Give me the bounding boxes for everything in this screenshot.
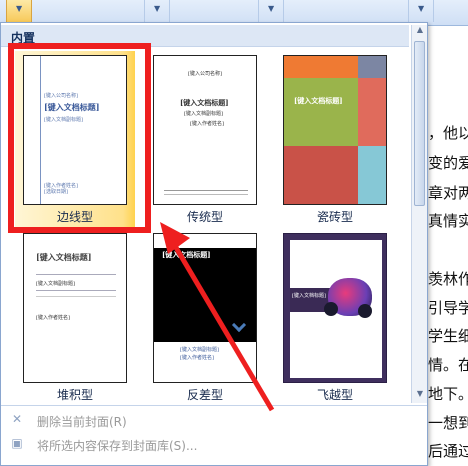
save-to-gallery-item[interactable]: ▣ 将所选内容保存到封面库(S)...	[1, 433, 409, 455]
ribbon-dropdown-button[interactable]: ▼	[408, 0, 434, 22]
cover-dropdown-button[interactable]: ▼	[6, 0, 32, 22]
tile-label: 堆积型	[56, 388, 93, 402]
cover-tile-traditional[interactable]: [键入公司名称] [键入文档标题] [键入文档副标题] [键入作者姓名] 传统型	[145, 51, 265, 229]
doc-line: 变的爱	[428, 154, 468, 172]
delete-page-icon: ✕	[11, 412, 23, 426]
annotation-highlight-box	[8, 43, 151, 233]
cover-tile-stacks[interactable]: [键入文档标题] [键入文档副标题] [键入作者姓名] 堆积型	[15, 229, 135, 407]
tile-label: 飞越型	[316, 388, 353, 402]
cover-tile-tiles[interactable]: [键入文档标题] 瓷砖型	[275, 51, 395, 229]
doc-line: ，他以	[428, 124, 468, 142]
thumb-title: [键入文档标题]	[294, 96, 343, 105]
doc-line: 后通过	[428, 442, 468, 460]
scroll-thumb[interactable]	[414, 41, 425, 206]
doc-line: 地下。	[428, 385, 468, 403]
doc-line: 情。在	[428, 356, 468, 374]
doc-line: 学生细	[428, 327, 468, 345]
doc-line: 引导学	[428, 299, 468, 317]
ribbon-dropdown-button[interactable]: ▼	[258, 0, 284, 22]
cover-thumbnail: [键入公司名称] [键入文档标题] [键入文档副标题] [键入作者姓名]	[153, 55, 257, 205]
chevron-down-icon: ▼	[268, 4, 275, 13]
remove-cover-label: 删除当前封面(R)	[37, 415, 127, 429]
document-body: ，他以 变的爱 章对两 真情实 羡林作 引导学 学生细 情。在 地下。 一想到 …	[428, 40, 468, 466]
tile-label: 瓷砖型	[316, 210, 353, 224]
doc-line: 一想到	[428, 414, 468, 432]
save-to-gallery-label: 将所选内容保存到封面库(S)...	[37, 439, 198, 453]
scroll-up-icon[interactable]: ▲	[412, 25, 428, 39]
thumb-title: [键入文档标题]	[36, 252, 92, 262]
chevron-down-icon: ▼	[154, 4, 161, 13]
annotation-arrow	[160, 222, 275, 412]
ribbon-dropdown-button[interactable]: ▼	[144, 0, 170, 22]
chevron-down-icon: ▼	[418, 4, 425, 13]
gallery-scrollbar[interactable]: ▲ ▼	[411, 25, 427, 403]
cover-thumbnail: [键入文档标题]	[283, 55, 387, 205]
cover-thumbnail: [键入文档标题] [键入文档副标题] [键入作者姓名]	[23, 233, 127, 383]
cover-tile-flyover[interactable]: [键入文档标题] 飞越型	[275, 229, 395, 407]
scroll-down-icon[interactable]: ▼	[412, 389, 428, 403]
cover-thumbnail: [键入文档标题]	[283, 233, 387, 383]
chevron-down-icon: ▼	[16, 4, 23, 13]
doc-line: 羡林作	[428, 270, 468, 288]
thumb-title: [键入文档标题]	[292, 293, 326, 299]
thumb-title: [键入文档标题]	[180, 98, 229, 107]
doc-line: 真情实	[428, 212, 468, 230]
save-gallery-icon: ▣	[11, 436, 23, 450]
doc-line: 章对两	[428, 184, 468, 202]
